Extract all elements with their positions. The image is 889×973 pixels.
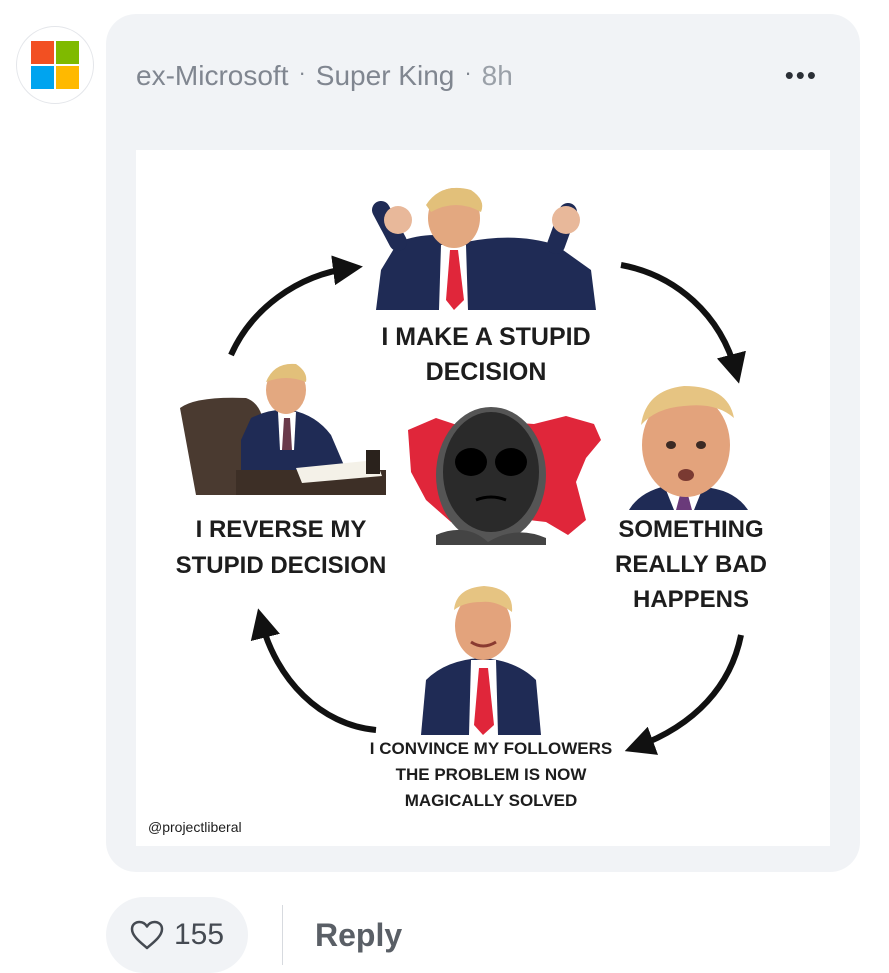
meta-separator: · — [298, 60, 306, 85]
more-options-icon[interactable]: ••• — [785, 60, 818, 91]
meme-image[interactable]: I MAKE A STUPID DECISION SOMETHING REALL… — [136, 150, 830, 846]
post-timestamp: 8h — [481, 60, 513, 91]
caption-bottom: I CONVINCE MY FOLLOWERS THE PROBLEM IS N… — [369, 739, 613, 810]
caption-left: I REVERSE MY STUPID DECISION — [175, 516, 387, 579]
cycle-arrow-bottom-left — [250, 608, 377, 733]
heart-outline-icon — [130, 920, 164, 950]
author-avatar[interactable] — [16, 26, 94, 104]
post-meta: ex-Microsoft · Super King · 8h — [136, 60, 513, 92]
caption-top: I MAKE A STUPID DECISION — [381, 323, 591, 386]
caption-right: SOMETHING REALLY BAD HAPPENS — [614, 516, 768, 613]
cycle-arrow-top-right — [620, 262, 746, 384]
meta-separator: · — [464, 60, 472, 85]
post-actions: 155 Reply — [106, 897, 402, 973]
post-card: ex-Microsoft · Super King · 8h ••• I MAK… — [106, 14, 860, 872]
action-divider — [282, 905, 283, 965]
author-company[interactable]: ex-Microsoft — [136, 60, 288, 92]
map-wojak — [408, 407, 601, 545]
cycle-arrow-bottom-right — [624, 634, 744, 755]
cycle-arrow-top-left — [228, 255, 363, 357]
figure-bottom — [421, 586, 541, 735]
author-username[interactable]: Super King — [316, 60, 455, 92]
figure-top — [372, 187, 596, 310]
like-count: 155 — [173, 918, 225, 951]
like-button[interactable]: 155 — [106, 897, 248, 973]
microsoft-logo-icon — [31, 41, 79, 89]
reply-button[interactable]: Reply — [315, 917, 402, 954]
figure-right — [629, 386, 748, 510]
watermark-text: @projectliberal — [148, 819, 242, 835]
